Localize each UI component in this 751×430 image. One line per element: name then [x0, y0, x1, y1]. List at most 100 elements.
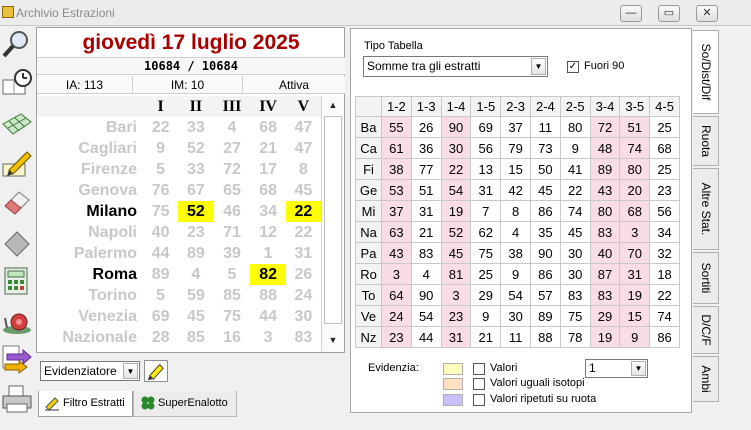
row-nazionale[interactable]: Nazionale 28 85 16 3 83: [37, 327, 321, 348]
sum-cell: 61: [381, 137, 412, 159]
valori-checkbox[interactable]: [473, 363, 485, 375]
minimize-button[interactable]: —: [620, 5, 642, 22]
sums-row[interactable]: Na 63 21 52 62 4 35 45 83 3 34: [355, 221, 680, 243]
sums-row[interactable]: Ge 53 51 54 31 42 45 22 43 20 23: [355, 179, 680, 201]
sum-cell: 52: [440, 221, 472, 243]
magnifier-icon[interactable]: [1, 28, 33, 60]
row-milano[interactable]: Milano 75 52 46 34 22: [37, 201, 321, 222]
table-type-select[interactable]: Somme tra gli estratti ▼: [363, 56, 548, 77]
column-header: V: [285, 96, 321, 117]
tab-sortiti[interactable]: Sortiti: [693, 252, 719, 304]
city-label: Genova: [78, 181, 137, 199]
grid-header-row: I II III IV V: [37, 96, 321, 117]
sums-row[interactable]: Fi 38 77 22 13 15 50 41 89 80 25: [355, 158, 680, 180]
sums-row[interactable]: Ca 61 36 30 56 79 73 9 48 74 68: [355, 137, 680, 159]
pair-header: 1-4: [440, 96, 472, 117]
sum-cell: 15: [619, 305, 651, 327]
chevron-down-icon[interactable]: ▼: [631, 361, 646, 376]
sum-cell: 43: [381, 242, 412, 264]
grid-sheet-icon[interactable]: [1, 106, 33, 138]
sum-cell: 19: [619, 284, 651, 306]
calculator-icon[interactable]: [1, 264, 33, 296]
sum-cell: 31: [619, 263, 651, 285]
tab-filtro-estratti[interactable]: Filtro Estratti: [38, 391, 133, 417]
highlighter-select[interactable]: Evidenziatore ▼: [40, 361, 140, 381]
scroll-down-icon[interactable]: ▼: [324, 332, 342, 348]
chevron-down-icon[interactable]: ▼: [531, 58, 546, 75]
number-cell: 89: [151, 265, 170, 283]
scroll-up-icon[interactable]: ▲: [324, 97, 342, 113]
sums-row[interactable]: Ve 24 54 23 9 30 89 75 29 15 74: [355, 305, 680, 327]
app-icon: [2, 6, 14, 18]
fuori90-checkbox[interactable]: ✓: [567, 61, 579, 73]
color-swatch-ripetuti[interactable]: [443, 394, 463, 406]
ripetuti-checkbox[interactable]: [473, 394, 485, 406]
tab-ruota[interactable]: Ruota: [693, 116, 719, 166]
sum-cell: 41: [559, 158, 591, 180]
city-label: Venezia: [78, 307, 137, 325]
tab-ambi[interactable]: Ambi: [693, 356, 719, 402]
isotopi-checkbox[interactable]: [473, 378, 485, 390]
color-swatch-isotopi[interactable]: [443, 378, 463, 390]
row-napoli[interactable]: Napoli 40 23 71 12 22: [37, 222, 321, 243]
valori-number-select[interactable]: 1 ▼: [585, 359, 648, 378]
maximize-button[interactable]: ▭: [658, 5, 680, 22]
chevron-down-icon[interactable]: ▼: [123, 363, 138, 379]
sum-cell: 86: [529, 263, 561, 285]
eraser-icon[interactable]: [1, 186, 33, 218]
row-roma[interactable]: Roma 89 4 5 82 26: [37, 264, 321, 285]
close-button[interactable]: ✕: [696, 5, 718, 22]
sum-cell: 35: [529, 221, 561, 243]
number-cell: 89: [186, 244, 205, 262]
ia-value: IA: 113: [37, 76, 133, 94]
number-cell: 17: [259, 160, 277, 178]
diamond-icon[interactable]: [1, 226, 33, 258]
sums-row[interactable]: Ro 3 4 81 25 9 86 30 87 31 18: [355, 263, 680, 285]
pair-header: 1-2: [381, 96, 412, 117]
sums-row[interactable]: Nz 23 44 31 21 11 88 78 19 9 86: [355, 326, 680, 348]
clock-book-icon[interactable]: [1, 66, 33, 98]
row-bari[interactable]: Bari 22 33 4 68 47: [37, 117, 321, 138]
tab-dcf[interactable]: D/C/F: [693, 306, 719, 354]
row-genova[interactable]: Genova 76 67 65 68 45: [37, 180, 321, 201]
sums-row[interactable]: Pa 43 83 45 75 38 90 30 40 70 32: [355, 242, 680, 264]
sum-cell: 9: [470, 305, 502, 327]
highlighter-pen-button[interactable]: [144, 360, 168, 382]
sum-cell: 29: [470, 284, 502, 306]
arrows-icon[interactable]: [1, 342, 33, 374]
row-palermo[interactable]: Palermo 44 89 39 1 31: [37, 243, 321, 264]
tab-label: Filtro Estratti: [63, 397, 125, 409]
number-cell: 3: [263, 328, 273, 346]
city-label: Palermo: [73, 244, 137, 262]
number-cell: 31: [294, 244, 313, 262]
number-cell: 12: [259, 223, 277, 241]
column-header: III: [213, 96, 251, 117]
vertical-scrollbar[interactable]: ▲ ▼: [321, 96, 343, 351]
printer-icon[interactable]: [1, 384, 33, 416]
pencil-edit-icon[interactable]: [1, 146, 33, 178]
row-cagliari[interactable]: Cagliari 9 52 27 21 47: [37, 138, 321, 159]
number-cell: 75: [151, 202, 170, 220]
number-cell: 34: [259, 202, 277, 220]
wheel-label: Fi: [355, 158, 382, 180]
tab-label: Ambi: [698, 365, 713, 393]
number-cell: 47: [294, 118, 313, 136]
row-venezia[interactable]: Venezia 69 45 75 44 30: [37, 306, 321, 327]
tab-altre-stat[interactable]: Altre Stat.: [693, 168, 719, 250]
sum-cell: 31: [440, 326, 472, 348]
snail-icon[interactable]: [1, 304, 33, 336]
sums-row[interactable]: To 64 90 3 29 54 57 83 83 19 22: [355, 284, 680, 306]
sums-row[interactable]: Ba 55 26 90 69 37 11 80 72 51 25: [355, 116, 680, 138]
row-torino[interactable]: Torino 5 59 85 88 24: [37, 285, 321, 306]
sum-cell: 13: [470, 158, 502, 180]
sum-cell: 9: [559, 137, 591, 159]
tab-superenalotto[interactable]: SuperEnalotto: [133, 391, 237, 417]
scroll-thumb[interactable]: [324, 116, 342, 324]
tab-so-dist-dif[interactable]: So/Dist/Dif: [693, 30, 719, 114]
row-firenze[interactable]: Firenze 5 33 72 17 8: [37, 159, 321, 180]
color-swatch-valori[interactable]: [443, 363, 463, 375]
column-header: IV: [250, 96, 286, 117]
number-cell: 75: [223, 307, 241, 325]
wheel-label: Na: [355, 221, 382, 243]
sums-row[interactable]: Mi 37 31 19 7 8 86 74 80 68 56: [355, 200, 680, 222]
